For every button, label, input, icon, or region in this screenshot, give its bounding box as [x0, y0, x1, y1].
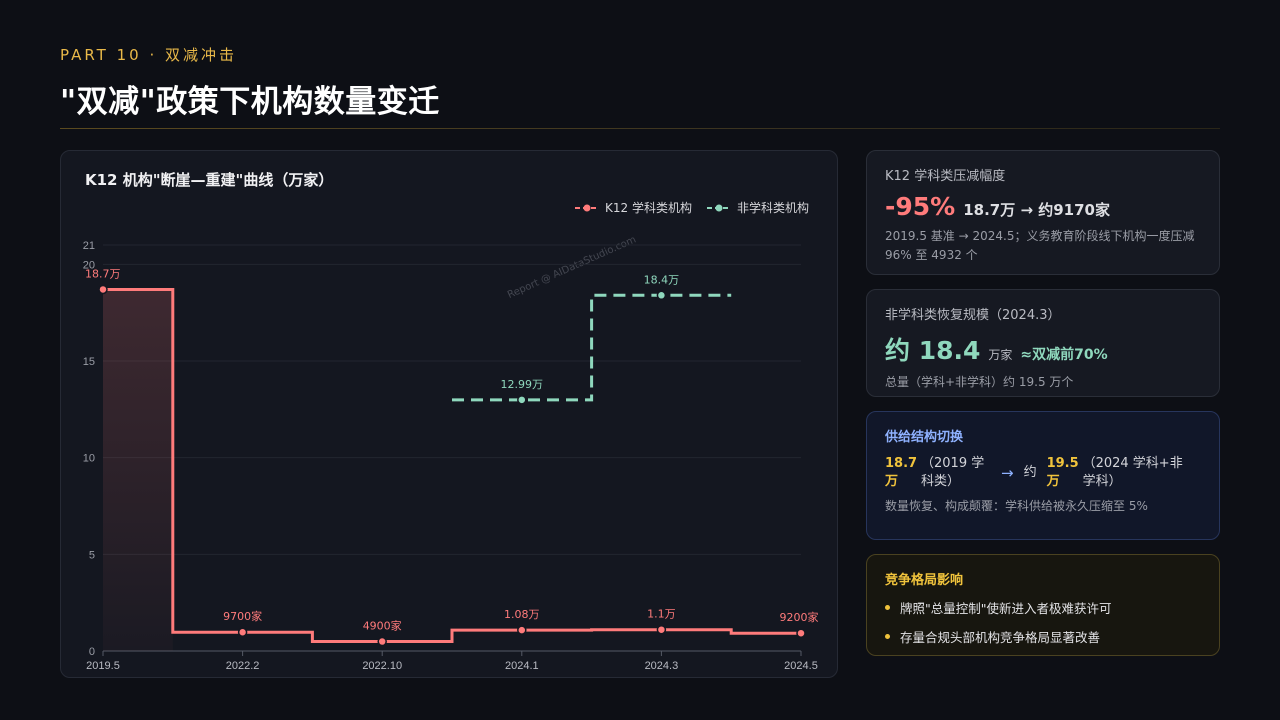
- x-tick-label: 2024.5: [784, 660, 818, 672]
- bullet-dot-icon: [885, 605, 890, 610]
- list-item: 牌照"总量控制"使新进入者极难获许可: [885, 598, 1201, 617]
- x-tick-label: 2022.2: [226, 660, 260, 672]
- k12-data-point[interactable]: [796, 628, 806, 638]
- shift-to-desc: （2024 学科+非学科）: [1082, 456, 1183, 489]
- k12-area: [103, 289, 173, 651]
- y-tick-label: 15: [83, 356, 95, 368]
- section-kicker: PART 10 · 双减冲击: [60, 46, 238, 64]
- list-item-text: 存量合规头部机构竞争格局显著改善: [900, 630, 1101, 645]
- reduction-detail: 18.7万 → 约9170家: [963, 201, 1110, 219]
- supply-shift-title: 供给结构切换: [885, 430, 964, 445]
- k12-data-point[interactable]: [517, 625, 527, 635]
- data-label: 9200家: [780, 610, 819, 624]
- supply-shift-note: 数量恢复、构成颠覆：学科供给被永久压缩至 5%: [885, 499, 1148, 513]
- non-academic-series-line: [452, 293, 732, 402]
- k12-data-point[interactable]: [98, 284, 108, 295]
- x-tick-label: 2019.5: [86, 660, 120, 672]
- data-label: 18.7万: [85, 267, 121, 280]
- list-item-text: 牌照"总量控制"使新进入者极难获许可: [900, 601, 1112, 616]
- data-label: 12.99万: [501, 378, 544, 391]
- y-tick-label: 0: [89, 646, 95, 658]
- k12-data-point[interactable]: [377, 636, 387, 647]
- recovery-value: 约 18.4: [885, 336, 981, 365]
- recovery-unit: 万家: [988, 348, 1013, 362]
- x-tick-label: 2024.1: [505, 660, 539, 672]
- data-label: 1.1万: [647, 608, 676, 621]
- shift-arrow: →: [1001, 464, 1014, 482]
- y-tick-label: 5: [89, 549, 95, 561]
- recovery-label: 非学科类恢复规模（2024.3）: [885, 308, 1061, 323]
- shift-from-value: 18.7万: [885, 456, 918, 489]
- non-academic-data-point[interactable]: [517, 395, 527, 405]
- shift-from-desc: （2019 学科类）: [921, 456, 985, 489]
- supply-shift-flow: 18.7万 （2019 学科类） → 约 19.5万 （2024 学科+非学科）: [885, 455, 1201, 491]
- reduction-value: -95%: [885, 192, 956, 221]
- data-label: 4900家: [363, 619, 402, 633]
- reduction-note: 2019.5 基准 → 2024.5；义务教育阶段线下机构一度压减 96% 至 …: [885, 229, 1195, 262]
- competition-list: 牌照"总量控制"使新进入者极难获许可 存量合规头部机构竞争格局显著改善: [885, 598, 1201, 646]
- shift-to-value: 19.5万: [1046, 456, 1079, 489]
- k12-series-line: [103, 287, 801, 644]
- page-title: "双减"政策下机构数量变迁: [60, 84, 440, 120]
- shift-approx: 约: [1023, 465, 1037, 480]
- competition-title: 竞争格局影响: [885, 573, 964, 588]
- supply-shift-card: 供给结构切换 18.7万 （2019 学科类） → 约 19.5万 （2024 …: [866, 411, 1220, 540]
- reduction-card: K12 学科类压减幅度 -95% 18.7万 → 约9170家 2019.5 基…: [866, 150, 1220, 275]
- bullet-dot-icon: [885, 634, 890, 639]
- data-label: 1.08万: [504, 608, 540, 621]
- k12-data-point[interactable]: [237, 627, 248, 637]
- x-tick-label: 2022.10: [362, 660, 402, 672]
- x-tick-label: 2024.3: [645, 660, 679, 672]
- recovery-note: 总量（学科+非学科）约 19.5 万个: [885, 375, 1074, 389]
- chart-card: K12 机构"断崖—重建"曲线（万家） K12 学科类机构 非学科类机构 Rep…: [60, 150, 838, 678]
- title-divider: [60, 128, 1220, 129]
- data-label: 9700家: [223, 609, 262, 623]
- recovery-card: 非学科类恢复规模（2024.3） 约 18.4 万家 ≈双减前70% 总量（学科…: [866, 289, 1220, 397]
- list-item: 存量合规头部机构竞争格局显著改善: [885, 627, 1201, 646]
- line-chart: 05101520212019.5 2022.2 2022.10 2024.1 2024.…: [83, 240, 819, 672]
- competition-card: 竞争格局影响 牌照"总量控制"使新进入者极难获许可 存量合规头部机构竞争格局显著…: [866, 554, 1220, 656]
- y-tick-label: 10: [83, 453, 95, 465]
- non-academic-data-point[interactable]: [656, 290, 667, 301]
- reduction-label: K12 学科类压减幅度: [885, 169, 1006, 184]
- data-label: 18.4万: [644, 273, 680, 286]
- y-tick-label: 21: [83, 240, 95, 252]
- k12-data-point[interactable]: [656, 624, 667, 635]
- recovery-compare: ≈双减前70%: [1020, 347, 1108, 363]
